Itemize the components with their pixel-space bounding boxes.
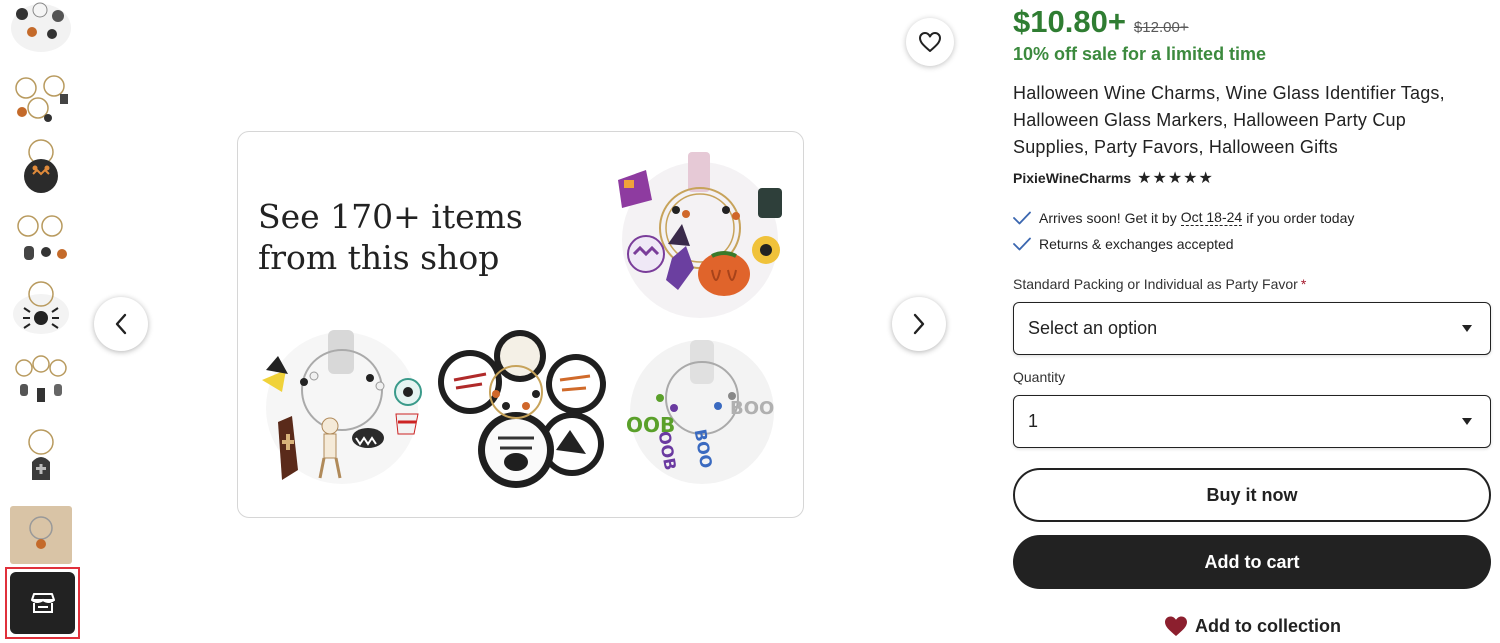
quantity-select[interactable]: 1 bbox=[1013, 395, 1491, 448]
shop-item-image-3[interactable] bbox=[436, 330, 606, 490]
shop-item-image-4[interactable]: OOB OOB BOO BOO bbox=[620, 340, 784, 484]
heart-outline-icon bbox=[919, 32, 941, 52]
thumbnail-column bbox=[0, 0, 84, 643]
shop-promo-title: See 170+ items from this shop bbox=[258, 197, 523, 277]
add-to-cart-button[interactable]: Add to cart bbox=[1013, 535, 1491, 589]
packing-option-value: Select an option bbox=[1028, 318, 1158, 338]
sale-note: 10% off sale for a limited time bbox=[1013, 44, 1267, 64]
thumbnail-1[interactable] bbox=[8, 0, 74, 56]
listing-title: Halloween Wine Charms, Wine Glass Identi… bbox=[1013, 83, 1445, 157]
returns-text: Returns & exchanges accepted bbox=[1039, 236, 1234, 252]
favorite-button[interactable] bbox=[906, 18, 954, 66]
delivery-prefix: Arrives soon! Get it by bbox=[1039, 209, 1177, 226]
thumbnail-7[interactable] bbox=[8, 424, 74, 486]
thumbnail-5[interactable] bbox=[8, 276, 74, 338]
heart-filled-icon bbox=[1165, 616, 1187, 636]
shop-name-link[interactable]: PixieWineCharms bbox=[1013, 170, 1131, 186]
thumbnail-3[interactable] bbox=[8, 134, 74, 196]
storefront-icon bbox=[10, 572, 75, 634]
returns-info: Returns & exchanges accepted bbox=[1013, 236, 1234, 252]
caret-down-icon bbox=[1462, 325, 1472, 332]
rating-stars[interactable]: ★★★★★ bbox=[1137, 168, 1214, 188]
svg-text:BOO: BOO bbox=[730, 398, 774, 419]
thumbnail-2[interactable] bbox=[8, 64, 74, 126]
shop-promo-card[interactable]: See 170+ items from this shop OOB OOB BO… bbox=[237, 131, 804, 518]
next-image-button[interactable] bbox=[892, 297, 946, 351]
price-row: $10.80+ $12.00+ bbox=[1013, 4, 1189, 40]
add-to-collection-label: Add to collection bbox=[1195, 615, 1341, 636]
add-to-collection-button[interactable]: Add to collection bbox=[1164, 615, 1341, 637]
original-price: $12.00+ bbox=[1133, 19, 1189, 36]
caret-down-icon bbox=[1462, 418, 1472, 425]
checkmark-icon bbox=[1013, 237, 1031, 251]
packing-option-label-text: Standard Packing or Individual as Party … bbox=[1013, 276, 1298, 292]
shop-item-image-2[interactable] bbox=[258, 330, 426, 486]
packing-option-label: Standard Packing or Individual as Party … bbox=[1013, 276, 1306, 292]
thumbnail-4[interactable] bbox=[8, 204, 74, 266]
delivery-date-link[interactable]: Oct 18-24 bbox=[1180, 209, 1243, 226]
shop-thumbnail-selected[interactable] bbox=[5, 567, 80, 639]
thumbnail-6[interactable] bbox=[8, 350, 74, 412]
shop-item-image-1[interactable] bbox=[616, 150, 784, 318]
shop-row: PixieWineCharms ★★★★★ bbox=[1013, 168, 1214, 188]
previous-image-button[interactable] bbox=[94, 297, 148, 351]
required-marker: * bbox=[1300, 276, 1307, 292]
thumbnail-8[interactable] bbox=[8, 504, 74, 566]
quantity-value: 1 bbox=[1028, 411, 1039, 431]
delivery-info: Arrives soon! Get it by Oct 18-24 if you… bbox=[1013, 209, 1354, 226]
checkmark-icon bbox=[1013, 211, 1031, 224]
packing-option-select[interactable]: Select an option bbox=[1013, 302, 1491, 355]
sale-price: $10.80+ bbox=[1013, 4, 1126, 39]
chevron-left-icon bbox=[115, 313, 127, 335]
delivery-suffix: if you order today bbox=[1246, 209, 1355, 226]
buy-it-now-button[interactable]: Buy it now bbox=[1013, 468, 1491, 522]
quantity-label: Quantity bbox=[1013, 369, 1066, 385]
chevron-right-icon bbox=[913, 313, 925, 335]
